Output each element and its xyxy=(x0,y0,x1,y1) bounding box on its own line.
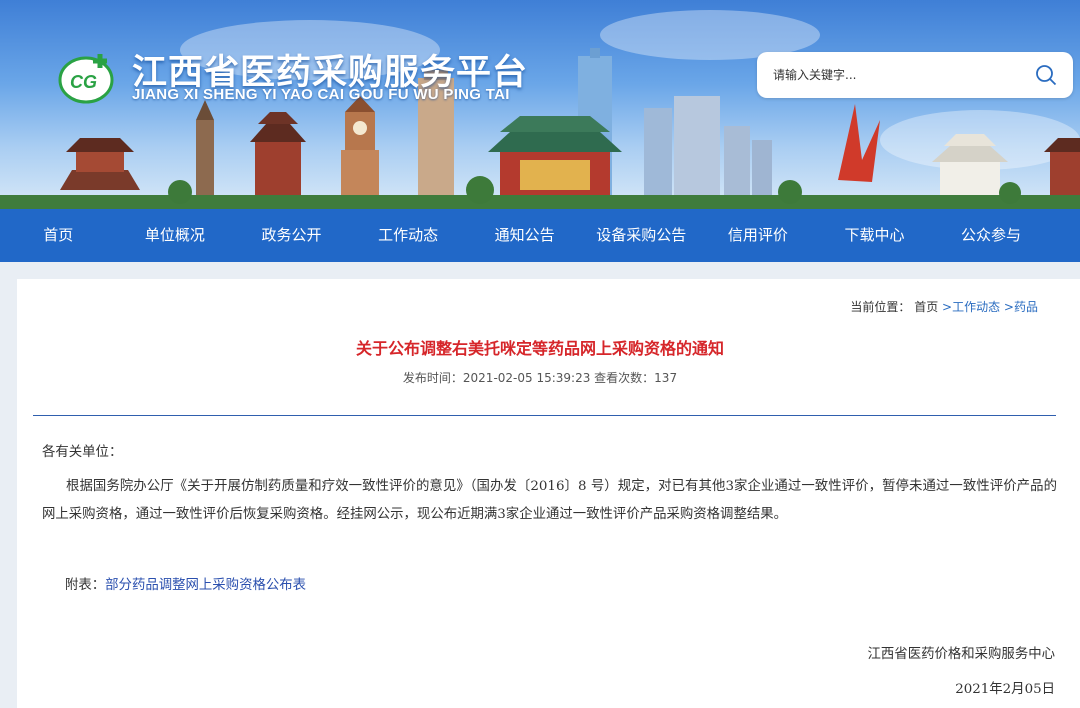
main-nav: 首页 单位概况 政务公开 工作动态 通知公告 设备采购公告 信用评价 下载中心 … xyxy=(0,209,1080,262)
breadcrumb: 当前位置： 首页 >工作动态 >药品 xyxy=(850,298,1038,315)
svg-text:CG: CG xyxy=(70,72,97,92)
article-paragraph: 根据国务院办公厅《关于开展仿制药质量和疗效一致性评价的意见》（国办发〔2016〕… xyxy=(42,479,1057,522)
article-meta: 发布时间：2021-02-05 15:39:23 查看次数：137 xyxy=(402,371,678,385)
nav-item-home[interactable]: 首页 xyxy=(0,209,117,262)
title-divider xyxy=(33,415,1056,416)
article-salutation: 各有关单位： xyxy=(42,445,123,460)
article-panel: 当前位置： 首页 >工作动态 >药品 关于公布调整右美托咪定等药品网上采购资格的… xyxy=(17,279,1080,708)
nav-item-equipment-procurement[interactable]: 设备采购公告 xyxy=(583,209,700,262)
nav-item-about[interactable]: 单位概况 xyxy=(117,209,234,262)
nav-item-public-participation[interactable]: 公众参与 xyxy=(933,209,1050,262)
nav-item-government-affairs[interactable]: 政务公开 xyxy=(233,209,350,262)
breadcrumb-separator: > xyxy=(1000,300,1014,314)
header-banner: CG 江西省医药采购服务平台 JIANG XI SHENG YI YAO CAI… xyxy=(0,0,1080,209)
search-input[interactable] xyxy=(773,64,1023,86)
site-logo[interactable]: CG 江西省医药采购服务平台 JIANG XI SHENG YI YAO CAI… xyxy=(56,42,556,112)
breadcrumb-home[interactable]: 首页 xyxy=(914,300,938,314)
attachment-label: 附表： xyxy=(65,578,106,593)
site-subtitle: JIANG XI SHENG YI YAO CAI GOU FU WU PING… xyxy=(132,86,510,103)
breadcrumb-prefix: 当前位置： xyxy=(850,300,911,314)
breadcrumb-work-news[interactable]: 工作动态 xyxy=(952,300,1000,314)
breadcrumb-drugs[interactable]: 药品 xyxy=(1014,300,1038,314)
nav-item-credit-evaluation[interactable]: 信用评价 xyxy=(700,209,817,262)
signature-organization: 江西省医药价格和采购服务中心 xyxy=(867,647,1055,662)
nav-item-downloads[interactable]: 下载中心 xyxy=(816,209,933,262)
search-box xyxy=(757,52,1073,98)
nav-item-notices[interactable]: 通知公告 xyxy=(466,209,583,262)
breadcrumb-separator: > xyxy=(938,300,953,314)
article-title: 关于公布调整右美托咪定等药品网上采购资格的通知 xyxy=(355,339,724,358)
nav-item-work-news[interactable]: 工作动态 xyxy=(350,209,467,262)
cg-logo-icon: CG xyxy=(58,54,114,104)
signature-date: 2021年2月05日 xyxy=(955,682,1055,697)
article-attachment: 附表：部分药品调整网上采购资格公布表 xyxy=(65,572,306,600)
attachment-link[interactable]: 部分药品调整网上采购资格公布表 xyxy=(105,578,306,593)
search-icon[interactable] xyxy=(1035,64,1057,86)
